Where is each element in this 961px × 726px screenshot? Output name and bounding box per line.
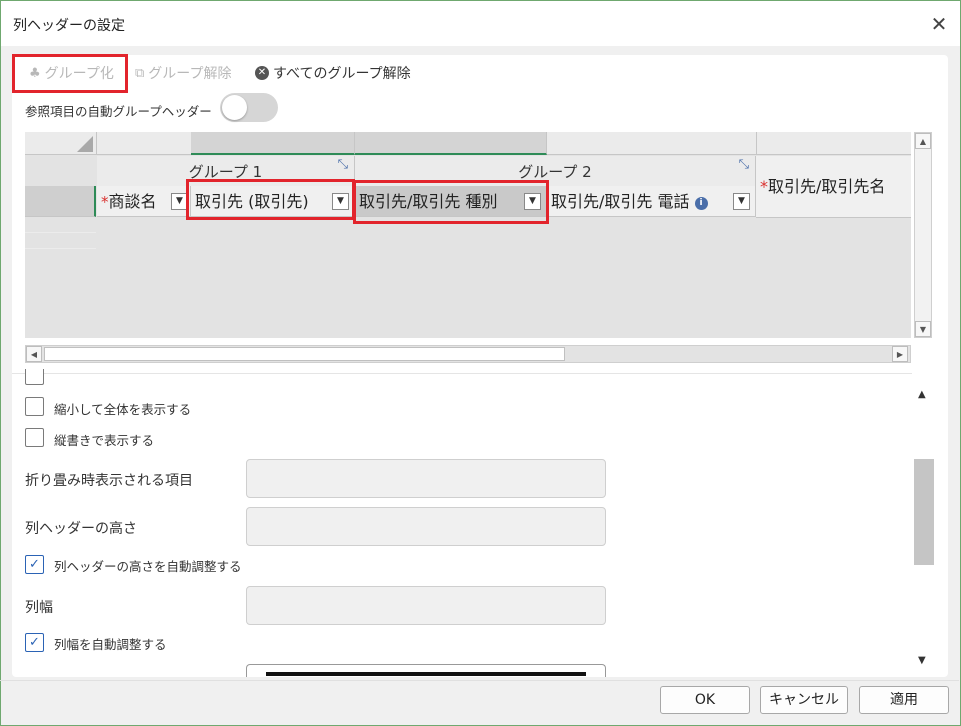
fit-all-label: 縮小して全体を表示する [54,402,192,417]
column-width-field[interactable] [246,586,606,625]
scroll-thumb[interactable] [914,459,934,565]
title-bar: 列ヘッダーの設定 ✕ [1,1,960,46]
auto-header-height-checkbox[interactable]: ✓ [25,555,44,574]
column-header-cell[interactable]: 取引先/取引先 電話 i ▼ [547,186,756,217]
scroll-down-icon[interactable]: ▼ [918,655,926,666]
footer-divider [0,680,959,681]
fit-all-checkbox[interactable] [25,397,44,416]
column-strip[interactable] [25,132,97,155]
header-height-label: 列ヘッダーの高さ [25,521,137,537]
dialog-title: 列ヘッダーの設定 [13,18,125,34]
highlight-box-group [12,54,128,93]
auto-group-toggle[interactable] [220,93,278,122]
ungroup-all-button-label: すべてのグループ解除 [273,66,411,82]
row-divider [25,232,96,233]
collapsed-item-label: 折り畳み時表示される項目 [25,473,193,489]
section-divider [12,373,912,374]
scroll-up-icon[interactable]: ▲ [918,389,926,400]
ungroup-button-label: グループ解除 [148,66,232,82]
info-icon[interactable]: i [694,197,708,210]
column-strip[interactable] [355,132,547,155]
scroll-thumb[interactable] [44,347,565,361]
column-label: 商談名 [108,192,157,211]
auto-group-label: 参照項目の自動グループヘッダー [25,104,212,119]
ok-button[interactable]: OK [660,686,750,714]
scroll-right-icon[interactable]: ▶ [892,346,908,362]
collapsed-item-field[interactable] [246,459,606,498]
header-height-field[interactable] [246,507,606,546]
ungroup-icon: ⧉ [135,65,145,81]
required-mark: * [760,177,768,196]
grid-vertical-scrollbar[interactable]: ▲ ▼ [914,132,932,338]
column-label: 取引先/取引先 電話 [551,192,690,211]
ungroup-all-button[interactable]: ✕ すべてのグループ解除 [255,63,411,83]
row-header[interactable] [25,186,96,217]
column-strip[interactable] [191,132,355,155]
ungroup-button[interactable]: ⧉ グループ解除 [135,63,231,83]
collapse-icon[interactable]: ⤡ [338,158,348,172]
required-mark: * [101,193,109,211]
partial-checkbox[interactable] [25,369,44,385]
field-fill [266,672,586,676]
properties-scrollbar[interactable]: ▲ ▼ [913,383,935,673]
column-letter-row [25,132,911,155]
group-header-label: グループ 2 [518,163,592,181]
row-divider [25,248,96,249]
vertical-text-label: 縦書きで表示する [54,433,155,448]
dropdown-icon[interactable]: ▼ [733,193,750,210]
partial-field[interactable] [246,664,606,677]
scroll-up-icon[interactable]: ▲ [915,133,931,149]
highlight-box-column-1 [186,179,355,220]
auto-column-width-label: 列幅を自動調整する [54,637,167,652]
grid-horizontal-scrollbar[interactable]: ◀ ▶ [25,345,911,363]
toggle-knob [222,95,247,120]
cancel-button[interactable]: キャンセル [760,686,848,714]
circle-x-icon: ✕ [255,66,269,80]
auto-header-height-label: 列ヘッダーの高さを自動調整する [54,559,242,574]
column-header-cell[interactable]: *取引先/取引先名 [756,156,911,218]
auto-column-width-checkbox[interactable]: ✓ [25,633,44,652]
highlight-box-column-2 [353,180,549,224]
column-width-label: 列幅 [25,600,53,616]
header-grid: グループ 1 ⤡ グループ 2 ⤡ *商談名 ▼ 取引先 (取引先) ▼ 取引先… [25,132,911,338]
collapse-icon[interactable]: ⤡ [739,158,749,172]
column-strip[interactable] [547,132,757,155]
apply-button[interactable]: 適用 [859,686,949,714]
column-label: 取引先/取引先名 [768,177,886,196]
scroll-left-icon[interactable]: ◀ [26,346,42,362]
close-icon[interactable]: ✕ [929,14,949,34]
vertical-text-checkbox[interactable] [25,428,44,447]
column-header-cell[interactable]: *商談名 ▼ [97,186,191,217]
scroll-down-icon[interactable]: ▼ [915,321,931,337]
